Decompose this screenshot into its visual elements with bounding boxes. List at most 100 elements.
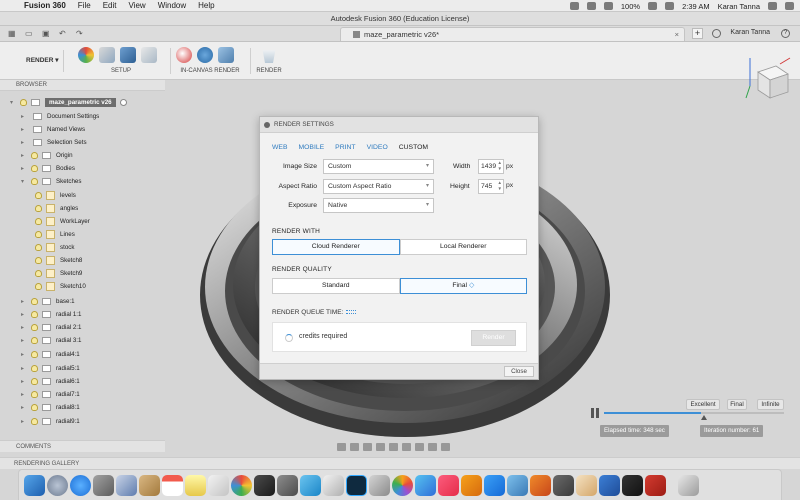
undo-icon[interactable]: ↶ (59, 29, 69, 38)
visibility-bulb-icon[interactable] (35, 256, 42, 264)
tree-node-component[interactable]: ▸ radial7:1 (21, 388, 80, 400)
orbit-icon[interactable] (337, 442, 346, 451)
tree-node-document-settings[interactable]: ▸ Document Settings (21, 110, 99, 122)
settings-gear-icon[interactable] (553, 474, 574, 496)
terminal-icon[interactable] (622, 474, 643, 496)
quality-infinite-button[interactable]: Infinite (757, 399, 784, 410)
tab-custom[interactable]: CUSTOM (399, 144, 428, 151)
visibility-bulb-icon[interactable] (31, 297, 38, 305)
render-settings-gear-icon[interactable] (197, 47, 213, 63)
expand-arrow-icon[interactable]: ▸ (21, 324, 29, 331)
visibility-bulb-icon[interactable] (35, 191, 42, 199)
tree-node-component[interactable]: ▸ radial9:1 (21, 415, 80, 427)
expand-arrow-icon[interactable]: ▸ (21, 378, 29, 385)
visibility-bulb-icon[interactable] (31, 310, 38, 318)
tree-node-component[interactable]: ▸ radial8:1 (21, 401, 80, 413)
setup-label[interactable]: SETUP (78, 68, 164, 74)
notification-icon[interactable] (785, 2, 794, 10)
visibility-bulb-icon[interactable] (31, 417, 38, 425)
keynote-icon[interactable] (254, 474, 275, 496)
tree-node-component[interactable]: ▸ radial6:1 (21, 375, 80, 387)
scene-settings-icon[interactable] (120, 47, 136, 63)
visibility-bulb-icon[interactable] (35, 204, 42, 212)
utility-app-icon[interactable] (277, 474, 298, 496)
render-label[interactable]: RENDER (254, 68, 284, 74)
tree-node-sketch[interactable]: Sketch10 (33, 280, 86, 292)
messages-icon[interactable] (300, 474, 321, 496)
grid-menu-icon[interactable]: ▦ (8, 29, 18, 38)
close-button[interactable]: Close (504, 366, 534, 377)
spinner-icon[interactable]: ▲ ▼ (498, 160, 502, 172)
menu-edit[interactable]: Edit (103, 1, 117, 10)
safari-icon[interactable] (70, 474, 91, 496)
tree-node-component[interactable]: ▸ radial 3:1 (21, 334, 81, 346)
workspace-switcher[interactable]: RENDER ▾ (6, 50, 64, 72)
fusion-app-icon[interactable] (507, 474, 528, 496)
expand-arrow-icon[interactable]: ▸ (21, 298, 29, 305)
autodesk-icon[interactable] (530, 474, 551, 496)
view-cube[interactable] (744, 54, 792, 104)
grid-settings-icon[interactable] (428, 442, 437, 451)
new-tab-button[interactable]: + (692, 28, 703, 39)
render-button[interactable]: Render (471, 330, 516, 346)
menu-view[interactable]: View (128, 1, 145, 10)
expand-arrow-icon[interactable]: ▸ (21, 365, 29, 372)
fit-icon[interactable] (402, 442, 411, 451)
expand-arrow-icon[interactable]: ▸ (21, 351, 29, 358)
visibility-bulb-icon[interactable] (35, 217, 42, 225)
tree-node-named-views[interactable]: ▸ Named Views (21, 123, 85, 135)
search-icon[interactable] (768, 2, 777, 10)
music-icon[interactable] (438, 474, 459, 496)
preview-icon[interactable] (323, 474, 344, 496)
expand-arrow-icon[interactable]: ▸ (21, 152, 29, 159)
tree-node-sketches[interactable]: ▾ Sketches (21, 175, 81, 187)
wifi-icon[interactable] (603, 2, 613, 10)
visibility-bulb-icon[interactable] (35, 243, 42, 251)
user-account[interactable]: Karan Tanna (730, 29, 770, 36)
document-tab[interactable]: maze_parametric v26* × (340, 27, 685, 41)
tree-node-sketch[interactable]: Lines (33, 228, 75, 240)
collapse-arrow-icon[interactable]: ▾ (21, 178, 29, 185)
tree-node-component[interactable]: ▸ base:1 (21, 295, 75, 307)
visibility-bulb-icon[interactable] (31, 164, 38, 172)
visibility-bulb-icon[interactable] (31, 336, 38, 344)
collapse-arrow-icon[interactable]: ▾ (10, 99, 18, 106)
quality-standard-button[interactable]: Standard (272, 278, 400, 294)
in-canvas-render-label[interactable]: IN-CANVAS RENDER (176, 68, 244, 74)
dialog-titlebar[interactable]: RENDER SETTINGS (260, 117, 538, 133)
books-icon[interactable] (461, 474, 482, 496)
activate-radio-icon[interactable] (119, 98, 127, 106)
visibility-bulb-icon[interactable] (35, 230, 42, 238)
tree-node-root[interactable]: ▾ maze_parametric v26 (10, 96, 127, 108)
file-icon[interactable]: ▭ (25, 29, 35, 38)
expand-arrow-icon[interactable]: ▸ (21, 165, 29, 172)
app-icon[interactable] (369, 474, 390, 496)
spinner-icon[interactable]: ▲ ▼ (498, 180, 502, 192)
contacts-icon[interactable] (139, 474, 160, 496)
width-input[interactable]: 1439 ▲ ▼ (478, 159, 504, 174)
rendering-gallery-panel[interactable]: RENDERING GALLERY (0, 457, 800, 469)
app-icon[interactable] (415, 474, 436, 496)
tab-video[interactable]: VIDEO (367, 144, 388, 151)
zoom-icon[interactable] (376, 442, 385, 451)
notes-icon[interactable] (185, 474, 206, 496)
chrome-icon[interactable] (231, 474, 252, 496)
expand-arrow-icon[interactable]: ▸ (21, 337, 29, 344)
photoshop-icon[interactable] (346, 474, 367, 496)
quality-final-marker[interactable]: Final (727, 399, 747, 410)
aspect-ratio-select[interactable]: Custom Aspect Ratio ▾ (323, 179, 434, 194)
quality-final-button[interactable]: Final ◇ (399, 278, 527, 294)
photos-icon[interactable] (392, 474, 413, 496)
acrobat-icon[interactable] (645, 474, 666, 496)
appearance-icon[interactable] (78, 47, 94, 63)
expand-arrow-icon[interactable]: ▸ (21, 311, 29, 318)
menu-file[interactable]: File (78, 1, 91, 10)
height-input[interactable]: 745 ▲ ▼ (478, 179, 504, 194)
tree-node-selection-sets[interactable]: ▸ Selection Sets (21, 136, 87, 148)
zoom-window-icon[interactable] (389, 442, 398, 451)
visibility-bulb-icon[interactable] (31, 177, 38, 185)
battery-icon[interactable] (648, 2, 658, 10)
expand-arrow-icon[interactable]: ▸ (21, 404, 29, 411)
document-icon[interactable] (576, 474, 597, 496)
job-status-icon[interactable] (712, 29, 721, 38)
